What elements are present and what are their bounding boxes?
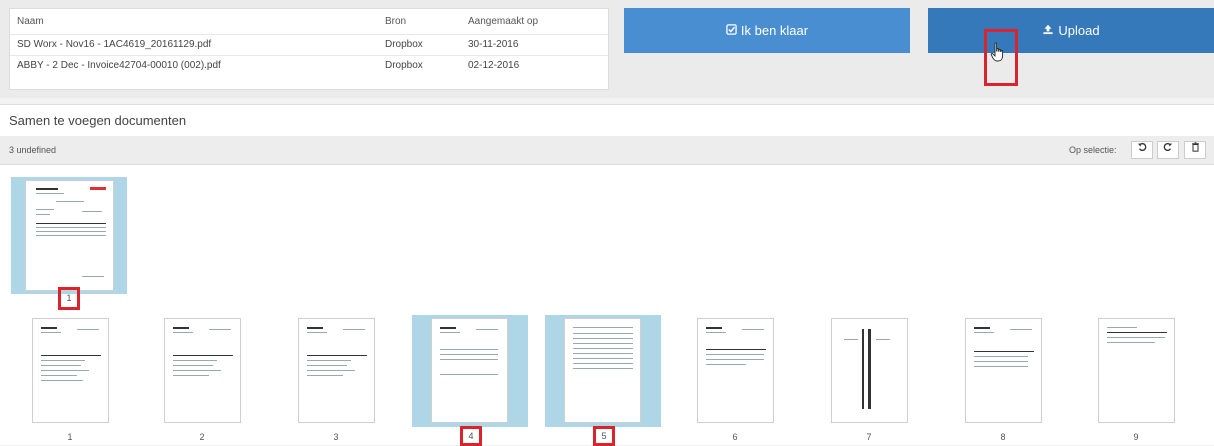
selection-label: Op selectie: [1069,145,1117,155]
table-row[interactable]: ABBY - 2 Dec - Invoice42704-00010 (002).… [10,55,608,76]
file-source: Dropbox [385,39,423,50]
page-label-5: 5 [601,431,607,441]
file-source: Dropbox [385,60,423,71]
column-name-header: Naam [17,16,44,27]
page-label-6: 6 [732,432,738,442]
file-name: SD Worx - Nov16 - 1AC4619_20161129.pdf [17,39,212,50]
upload-button[interactable]: Upload [928,8,1214,53]
page-thumbnail-5[interactable] [564,318,641,423]
merged-page-label: 1 [66,293,72,303]
top-area: Naam Bron Aangemaakt op SD Worx - Nov16 … [0,0,1214,98]
merged-page-thumbnail[interactable] [25,180,114,291]
page-label-3: 3 [333,432,339,442]
rotate-right-button[interactable] [1157,141,1179,159]
upload-button-label: Upload [1058,23,1100,38]
section-header: Samen te voegen documenten [0,104,1214,137]
file-created: 02-12-2016 [468,60,520,71]
page-thumbnail-1[interactable] [32,318,109,423]
done-button[interactable]: Ik ben klaar [624,8,910,53]
file-table: Naam Bron Aangemaakt op SD Worx - Nov16 … [9,8,609,90]
page-label-7: 7 [866,432,872,442]
selection-toolbar: 3 undefined Op selectie: [0,136,1214,165]
section-title: Samen te voegen documenten [9,113,187,128]
page-thumbnail-4[interactable] [431,318,508,423]
page-thumbnail-8[interactable] [965,318,1042,423]
page-label-2: 2 [199,432,205,442]
hand-cursor-icon [990,42,1006,62]
page-thumbnail-2[interactable] [164,318,241,423]
rotate-left-icon [1137,143,1147,151]
file-table-header: Naam Bron Aangemaakt op [10,12,608,32]
column-source-header: Bron [385,16,407,27]
file-created: 30-11-2016 [468,39,519,50]
page-label-4: 4 [468,431,474,441]
upload-icon [1042,10,1054,55]
page-thumbnail-7[interactable] [831,318,908,423]
page-thumbnail-6[interactable] [697,318,774,423]
page-label-9: 9 [1133,432,1139,442]
page-label-8: 8 [1000,432,1006,442]
page-gallery: 1 1 2 3 4 5 6 7 8 9 [0,165,1214,446]
rotate-right-icon [1163,143,1173,151]
rotate-left-button[interactable] [1131,141,1153,159]
check-square-icon [726,10,737,55]
file-name: ABBY - 2 Dec - Invoice42704-00010 (002).… [17,60,221,71]
page-thumbnail-9[interactable] [1098,318,1175,423]
trash-icon [1191,142,1199,152]
delete-button[interactable] [1184,141,1206,159]
column-created-header: Aangemaakt op [468,16,539,27]
page-label-1: 1 [67,432,73,442]
done-button-label: Ik ben klaar [740,23,809,38]
page-thumbnail-3[interactable] [298,318,375,423]
table-row[interactable]: SD Worx - Nov16 - 1AC4619_20161129.pdf D… [10,34,608,55]
document-count: 3 undefined [9,145,57,155]
